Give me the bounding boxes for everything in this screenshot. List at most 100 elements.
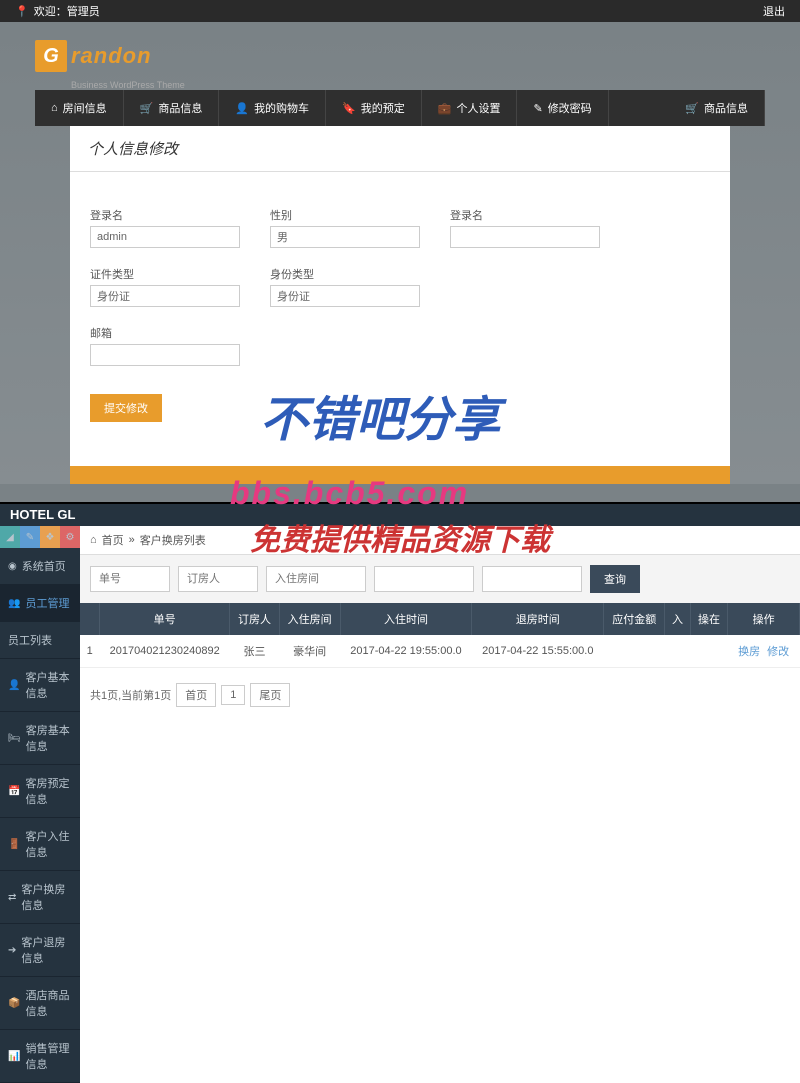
cell-ops: 换房 修改 [728, 635, 800, 668]
breadcrumb: ⌂ 首页 » 客户换房列表 [80, 526, 800, 555]
th-amount: 应付金额 [604, 603, 665, 635]
login-input[interactable] [90, 226, 240, 248]
sex-input[interactable] [270, 226, 420, 248]
tag-icon: 🔖 [342, 102, 356, 115]
box-icon: 📦 [8, 998, 20, 1009]
nav-room-info[interactable]: ⌂房间信息 [35, 90, 124, 126]
hotel-admin: ◢ ✎ ❖ ⚙ ◉系统首页 👥员工管理 员工列表 👤客户基本信息 🛏客房基本信息… [0, 526, 800, 1083]
sidebar-item-staff-mgmt[interactable]: 👥员工管理 [0, 585, 80, 622]
logo-g-icon: G [35, 40, 67, 72]
sidebar-item-home[interactable]: ◉系统首页 [0, 548, 80, 585]
orange-divider [70, 466, 730, 484]
th-checkout: 退房时间 [472, 603, 604, 635]
cell-order: 201704021230240892 [99, 635, 230, 668]
cell-person: 张三 [230, 635, 279, 668]
cell-a [665, 635, 691, 668]
cert-type-label: 证件类型 [90, 266, 240, 282]
pagination: 共1页,当前第1页 首页 1 尾页 [80, 668, 800, 722]
mini-icon-2[interactable]: ✎ [20, 526, 40, 548]
search-extra-input-1[interactable] [374, 566, 474, 592]
search-room-input[interactable] [266, 566, 366, 592]
op-edit[interactable]: 修改 [767, 646, 789, 658]
dashboard-icon: ◉ [8, 561, 17, 572]
nav-product-info-right[interactable]: 🛒商品信息 [669, 90, 765, 126]
logo-text: randon [71, 43, 152, 69]
op-change-room[interactable]: 换房 [738, 646, 760, 658]
pin-icon: 📍 [15, 6, 29, 18]
cell-room: 豪华间 [279, 635, 340, 668]
hotel-brand-bar: HOTEL GL [0, 504, 800, 526]
table-row: 1 201704021230240892 张三 豪华间 2017-04-22 1… [80, 635, 800, 668]
pagination-first[interactable]: 首页 [176, 683, 216, 707]
exit-icon: ➔ [8, 945, 16, 956]
breadcrumb-current: 客户换房列表 [140, 532, 206, 548]
profile-form: 登录名 性别 登录名 证件类型 身份类型 [70, 172, 730, 442]
cell-checkin: 2017-04-22 19:55:00.0 [340, 635, 472, 668]
nav-product-info[interactable]: 🛒商品信息 [124, 90, 220, 126]
sidebar-item-checkin[interactable]: 🚪客户入住信息 [0, 818, 80, 871]
cell-amount [604, 635, 665, 668]
sidebar-item-booking[interactable]: 📅客房预定信息 [0, 765, 80, 818]
id-type-input[interactable] [270, 285, 420, 307]
pagination-info: 共1页,当前第1页 [90, 687, 171, 703]
th-checkin: 入住时间 [340, 603, 472, 635]
th-idx [80, 603, 99, 635]
submit-button[interactable]: 提交修改 [90, 394, 162, 422]
logo: G randon [35, 40, 765, 82]
nav-my-booking[interactable]: 🔖我的预定 [326, 90, 422, 126]
id-type-label: 身份类型 [270, 266, 420, 282]
nav-password[interactable]: ✎修改密码 [517, 90, 608, 126]
nav-profile[interactable]: 💼个人设置 [422, 90, 518, 126]
cell-b [690, 635, 727, 668]
th-ops: 操作 [728, 603, 800, 635]
logout-link[interactable]: 退出 [763, 3, 785, 19]
mini-icon-4[interactable]: ⚙ [60, 526, 80, 548]
search-person-input[interactable] [178, 566, 258, 592]
search-order-input[interactable] [90, 566, 170, 592]
sidebar-item-sales[interactable]: 📊销售管理信息 [0, 1030, 80, 1083]
sex-label: 性别 [270, 207, 420, 223]
cell-idx: 1 [80, 635, 99, 668]
mini-icon-3[interactable]: ❖ [40, 526, 60, 548]
user-icon: 👤 [235, 102, 249, 115]
sidebar-item-staff-list[interactable]: 员工列表 [0, 622, 80, 659]
mini-icon-row: ◢ ✎ ❖ ⚙ [0, 526, 80, 548]
sidebar-item-checkout[interactable]: ➔客户退房信息 [0, 924, 80, 977]
search-extra-input-2[interactable] [482, 566, 582, 592]
login-label: 登录名 [90, 207, 240, 223]
welcome-text: 📍欢迎：管理员 [15, 3, 100, 19]
logo-subtitle: Business WordPress Theme [71, 80, 765, 90]
cart-icon: 🛒 [140, 102, 154, 115]
page-title: 个人信息修改 [70, 126, 730, 172]
breadcrumb-home[interactable]: 首页 [102, 532, 124, 548]
search-button[interactable]: 查询 [590, 565, 640, 593]
cert-type-input[interactable] [90, 285, 240, 307]
login2-input[interactable] [450, 226, 600, 248]
email-input[interactable] [90, 344, 240, 366]
th-person: 订房人 [230, 603, 279, 635]
mini-icon-1[interactable]: ◢ [0, 526, 20, 548]
data-table: 单号 订房人 入住房间 入住时间 退房时间 应付金额 入 操在 操作 1 201… [80, 603, 800, 668]
th-order: 单号 [99, 603, 230, 635]
pencil-icon: ✎ [533, 102, 542, 115]
home-icon: ⌂ [51, 102, 58, 114]
sidebar-item-room[interactable]: 🛏客房基本信息 [0, 712, 80, 765]
search-bar: 查询 [80, 555, 800, 603]
sidebar-item-customer[interactable]: 👤客户基本信息 [0, 659, 80, 712]
sidebar-item-change[interactable]: ⇄客户换房信息 [0, 871, 80, 924]
sidebar: ◢ ✎ ❖ ⚙ ◉系统首页 👥员工管理 员工列表 👤客户基本信息 🛏客房基本信息… [0, 526, 80, 1083]
pagination-last[interactable]: 尾页 [250, 683, 290, 707]
gray-footer [0, 484, 800, 502]
header-area: G randon Business WordPress Theme ⌂房间信息 … [0, 22, 800, 484]
th-a: 入 [665, 603, 691, 635]
login2-label: 登录名 [450, 207, 600, 223]
swap-icon: ⇄ [8, 892, 16, 903]
user-icon: 👤 [8, 680, 20, 691]
content-panel: 个人信息修改 登录名 性别 登录名 证件类型 [70, 126, 730, 466]
pagination-page-1[interactable]: 1 [221, 685, 245, 705]
bed-icon: 🛏 [8, 733, 21, 744]
sidebar-item-products[interactable]: 📦酒店商品信息 [0, 977, 80, 1030]
breadcrumb-sep: » [129, 534, 135, 546]
main-nav: ⌂房间信息 🛒商品信息 👤我的购物车 🔖我的预定 💼个人设置 ✎修改密码 🛒商品… [35, 90, 765, 126]
nav-my-cart[interactable]: 👤我的购物车 [219, 90, 326, 126]
